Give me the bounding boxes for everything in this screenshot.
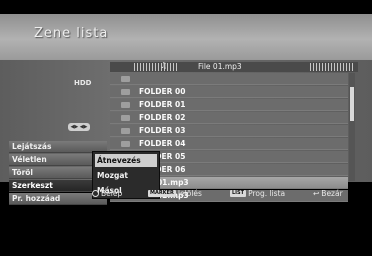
music-note-icon: ♫ [160,61,168,70]
footer-list-label: Prog. lista [248,189,286,198]
list-key-icon: LIST [230,190,247,197]
folder-icon [121,141,130,147]
list-item[interactable]: FOLDER 01 [110,99,348,111]
footer-marker: MARKER Jelölés [148,189,202,198]
folder-icon [121,89,130,95]
source-label: HDD [74,79,92,87]
footer-enter: Belép [92,189,122,198]
footer-enter-label: Belép [101,189,123,198]
list-item[interactable]: FOLDER 00 [110,86,348,98]
return-icon: ↩ [313,189,320,198]
header-pattern-right [310,63,354,71]
screen: Zene lista HDD ◀▶ ◀▶ Lejátszás Véletlen … [0,0,372,256]
file-name: FOLDER 01 [139,100,186,109]
footer-close: ↩ Bezár [313,189,343,198]
footer-marker-label: Jelölés [177,189,202,198]
file-name: FOLDER 04 [139,139,186,148]
footer-close-label: Bezár [321,189,343,198]
folder-icon [121,128,130,134]
file-name: FOLDER 02 [139,113,186,122]
submenu-item-mozgat[interactable]: Mozgat [95,169,157,182]
header-pattern-left [134,63,178,71]
current-file-title: File 01.mp3 [198,62,242,71]
folder-up-icon [121,76,130,82]
list-item[interactable]: FOLDER 03 [110,125,348,137]
scroll-thumb[interactable] [350,87,354,121]
disc-icon: ◀▶ ◀▶ [68,123,90,131]
submenu-item-atnevezes[interactable]: Átnevezés [95,154,157,167]
list-item-up[interactable] [110,73,348,85]
list-item[interactable]: FOLDER 04 [110,138,348,150]
folder-icon [121,115,130,121]
enter-icon [92,190,99,197]
marker-key-icon: MARKER [148,190,176,197]
page-title: Zene lista [34,26,109,41]
folder-icon [121,102,130,108]
file-name: FOLDER 03 [139,126,186,135]
file-name: FOLDER 00 [139,87,186,96]
footer-list: LIST Prog. lista [230,189,285,198]
footer-bar: Belép MARKER Jelölés LIST Prog. lista ↩ … [0,186,372,200]
list-scrollbar[interactable] [349,73,355,181]
list-item[interactable]: FOLDER 02 [110,112,348,124]
